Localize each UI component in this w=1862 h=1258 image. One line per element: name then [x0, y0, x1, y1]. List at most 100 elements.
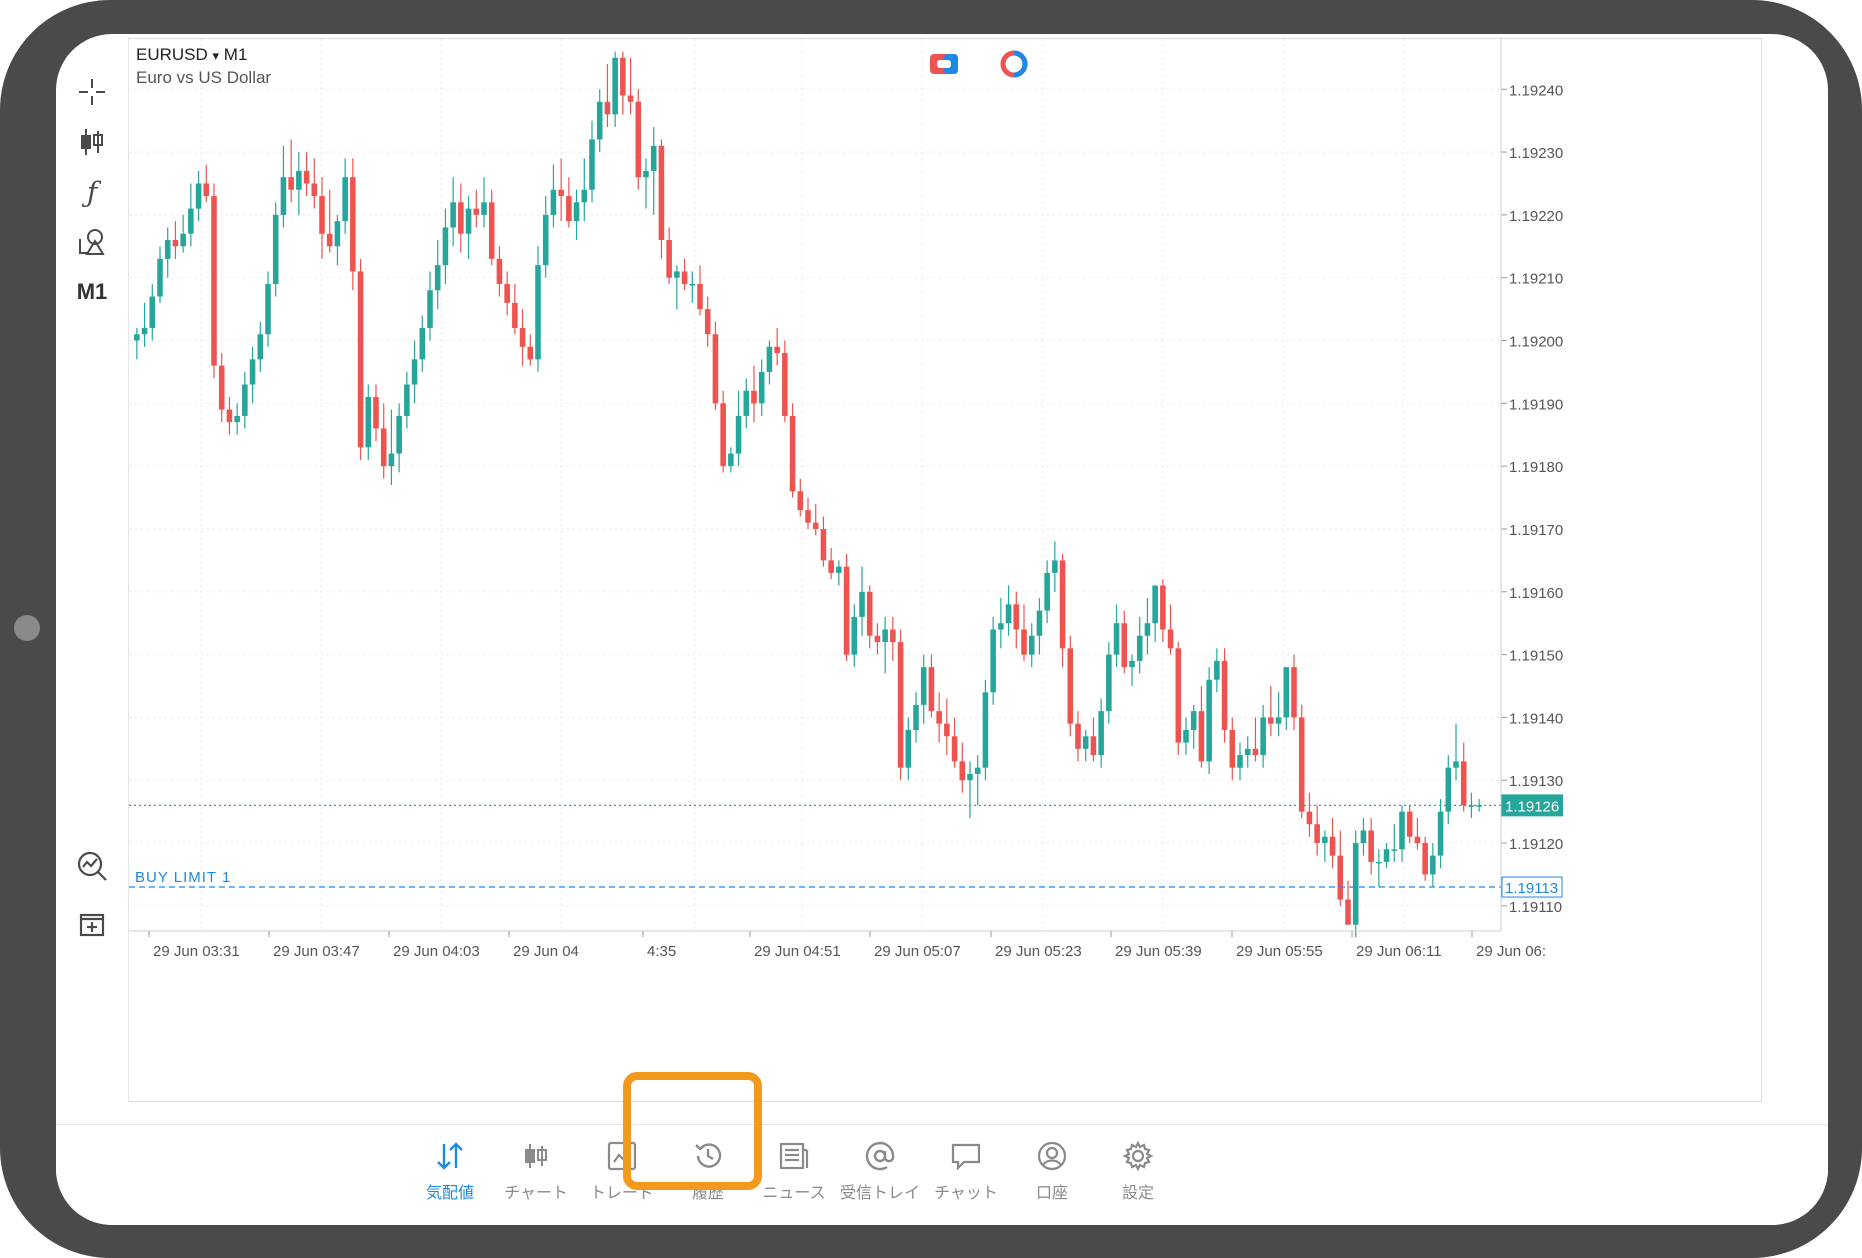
x-axis-label: 29 Jun 06:11: [1356, 943, 1442, 960]
highlight-box: [623, 1072, 762, 1190]
y-axis-label: 1.19190: [1509, 396, 1563, 413]
candle-bearish: [1059, 560, 1066, 649]
depth-of-market-icon[interactable]: [998, 50, 1030, 78]
candle-bullish: [442, 227, 449, 266]
chart-area[interactable]: 1.19240 1.19230 1.19220 1.19210 1.19200 1.191…: [128, 38, 1762, 1102]
news-icon: [749, 1137, 839, 1175]
candle-bearish: [658, 145, 665, 241]
nav-chat[interactable]: チャット: [921, 1137, 1011, 1203]
candle-bullish: [735, 415, 742, 454]
candle-bearish: [1175, 648, 1182, 743]
candle-bullish: [164, 240, 171, 259]
candle-bearish: [527, 346, 534, 360]
candle-bullish: [1275, 717, 1282, 724]
buy-limit-price-label: 1.19113: [1505, 880, 1558, 897]
home-button[interactable]: [14, 615, 40, 641]
candle-bearish: [774, 346, 780, 354]
candle-bullish: [1183, 729, 1189, 743]
candle-bullish: [766, 346, 773, 372]
function-icon[interactable]: ƒ: [68, 168, 116, 216]
symbol-info[interactable]: EURUSD ▾ M1 Euro vs US Dollar: [136, 44, 271, 89]
candle-bullish: [990, 629, 996, 693]
x-axis-label: 4:35: [647, 943, 676, 960]
candle-bullish: [1082, 736, 1089, 749]
candle-bearish: [843, 566, 850, 655]
candle-bullish: [481, 202, 487, 215]
candle-bullish: [920, 667, 927, 705]
candle-bearish: [488, 202, 495, 259]
candle-bullish: [535, 265, 541, 360]
candle-bearish: [226, 409, 233, 423]
mailbox-icon: [835, 1137, 925, 1175]
candle-bearish: [380, 428, 387, 467]
nav-label: 気配値: [425, 1185, 474, 1202]
candle-bullish: [1144, 623, 1151, 636]
candle-bearish: [805, 510, 811, 523]
candle-bullish: [743, 390, 750, 416]
candle-bearish: [782, 353, 788, 416]
candle-bearish: [566, 196, 572, 222]
nav-label: チャート: [504, 1185, 568, 1202]
y-axis-label: 1.19120: [1509, 836, 1563, 853]
candle-bullish: [1399, 811, 1405, 850]
timeframe-button[interactable]: M1: [68, 268, 116, 316]
x-axis-label: 29 Jun 05:55: [1236, 943, 1323, 960]
candlestick-icon[interactable]: [68, 118, 116, 166]
candle-bullish: [550, 189, 557, 215]
candle-bullish: [1206, 679, 1212, 762]
candle-bullish: [758, 371, 765, 404]
candle-bearish: [697, 283, 703, 310]
candle-bearish: [1090, 736, 1097, 756]
candle-bearish: [1306, 811, 1313, 825]
y-axis-label: 1.19230: [1509, 145, 1563, 162]
trade-chart-icon[interactable]: [68, 842, 116, 890]
candle-bearish: [797, 491, 804, 511]
candle-bearish: [681, 271, 688, 284]
add-window-icon[interactable]: [68, 900, 116, 948]
candle-bullish: [1283, 667, 1290, 718]
candle-bearish: [627, 95, 634, 102]
candle-bullish: [1152, 585, 1158, 624]
candle-bearish: [751, 390, 757, 404]
crosshair-icon[interactable]: [68, 68, 116, 116]
candle-bullish: [674, 271, 680, 278]
candle-bullish: [689, 283, 696, 286]
chevron-down-icon[interactable]: ▾: [213, 48, 220, 63]
candle-bearish: [936, 711, 942, 724]
candle-bullish: [1453, 761, 1459, 768]
candle-bearish: [1252, 748, 1259, 756]
candle-bullish: [1360, 830, 1367, 844]
nav-mailbox[interactable]: 受信トレイ: [835, 1137, 925, 1203]
symbol-name[interactable]: EURUSD: [136, 45, 208, 64]
nav-account[interactable]: 口座: [1007, 1137, 1097, 1203]
candle-bullish: [134, 334, 140, 341]
candle-bearish: [504, 283, 510, 303]
shapes-icon[interactable]: [68, 218, 116, 266]
candle-bearish: [1291, 667, 1297, 718]
nav-quotes[interactable]: 気配値: [405, 1137, 495, 1203]
x-axis-label: 29 Jun 05:07: [874, 943, 961, 960]
candle-bullish: [1028, 635, 1035, 655]
candle-bullish: [1383, 849, 1390, 862]
candle-bullish: [365, 397, 372, 448]
candle-bearish: [1167, 629, 1174, 649]
candle-bullish: [967, 773, 973, 781]
candle-bearish: [350, 177, 356, 272]
nav-news[interactable]: ニュース: [749, 1137, 839, 1203]
y-axis-label: 1.19140: [1509, 710, 1563, 727]
candle-bearish: [512, 302, 518, 328]
candle-bearish: [1013, 604, 1020, 630]
candle-bullish: [974, 767, 981, 774]
nav-chart[interactable]: チャート: [491, 1137, 581, 1203]
candle-bullish: [1237, 755, 1243, 768]
candlestick-chart[interactable]: 1.19240 1.19230 1.19220 1.19210 1.19200 1.191…: [129, 39, 1761, 1101]
one-click-trading-icon[interactable]: [928, 50, 960, 78]
candle-bullish: [589, 139, 595, 190]
candle-bullish: [581, 189, 588, 203]
candle-bearish: [303, 170, 310, 184]
nav-settings[interactable]: 設定: [1093, 1137, 1183, 1203]
candle-bearish: [951, 736, 958, 762]
candle-bullish: [450, 202, 456, 228]
candle-bullish: [188, 208, 194, 234]
candle-bullish: [612, 57, 618, 115]
